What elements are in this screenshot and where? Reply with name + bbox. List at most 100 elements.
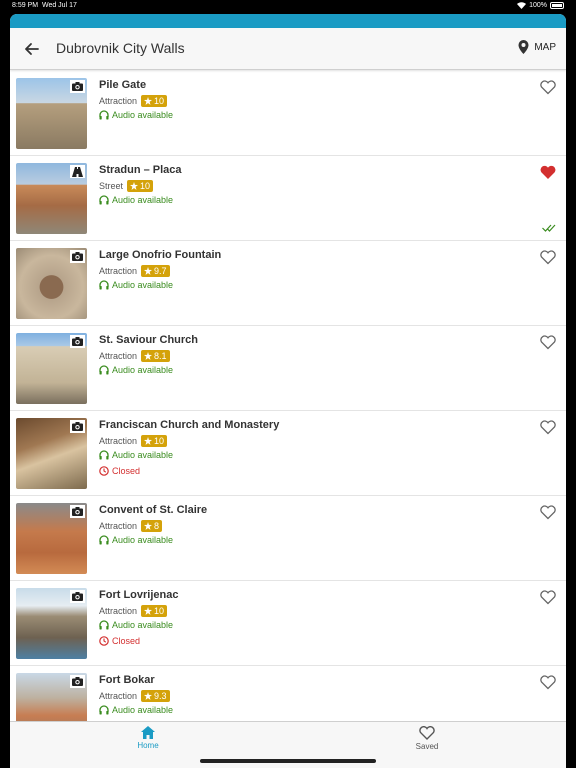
- list-item[interactable]: Large Onofrio Fountain Attraction 9.7 Au…: [10, 241, 566, 326]
- tab-home[interactable]: Home: [118, 726, 178, 750]
- item-meta: Attraction 9.3: [99, 690, 170, 702]
- list-item[interactable]: Stradun – Placa Street 10 Audio availabl…: [10, 156, 566, 241]
- map-button[interactable]: MAP: [518, 40, 556, 54]
- heart-icon[interactable]: [540, 675, 556, 690]
- item-title[interactable]: Franciscan Church and Monastery: [99, 419, 279, 431]
- item-title[interactable]: Large Onofrio Fountain: [99, 249, 221, 261]
- rating-value: 10: [154, 606, 165, 616]
- status-time: 8:59 PM Wed Jul 17: [12, 2, 77, 9]
- heart-icon[interactable]: [540, 590, 556, 605]
- list-item[interactable]: Fort Bokar Attraction 9.3 Audio availabl…: [10, 666, 566, 721]
- audio-status: Audio available: [99, 195, 173, 205]
- heart-filled-icon[interactable]: [540, 165, 556, 180]
- item-title[interactable]: Convent of St. Claire: [99, 504, 207, 516]
- item-type: Attraction: [99, 521, 138, 531]
- camera-icon: [70, 675, 85, 688]
- audio-status: Audio available: [99, 365, 173, 375]
- headphones-icon: [99, 620, 109, 630]
- list-item[interactable]: Pile Gate Attraction 10 Audio available: [10, 71, 566, 156]
- camera-icon: [70, 590, 85, 603]
- item-title[interactable]: Pile Gate: [99, 79, 146, 91]
- camera-icon: [70, 505, 85, 518]
- heart-icon[interactable]: [540, 505, 556, 520]
- thumbnail-image[interactable]: [16, 333, 87, 404]
- audio-label: Audio available: [112, 450, 174, 460]
- clock-icon: [99, 466, 109, 476]
- star-icon: [144, 352, 153, 360]
- rating-badge: 10: [141, 605, 168, 617]
- audio-label: Audio available: [112, 280, 174, 290]
- top-bar: Dubrovnik City Walls MAP: [10, 28, 566, 70]
- thumbnail-image[interactable]: [16, 418, 87, 489]
- wifi-icon: [517, 2, 527, 9]
- item-title[interactable]: St. Saviour Church: [99, 334, 198, 346]
- camera-icon: [70, 335, 85, 348]
- audio-label: Audio available: [112, 535, 174, 545]
- heart-icon[interactable]: [540, 250, 556, 265]
- clock-icon: [99, 636, 109, 646]
- item-type: Attraction: [99, 96, 138, 106]
- rating-badge: 10: [141, 435, 168, 447]
- item-type: Attraction: [99, 606, 138, 616]
- list-item[interactable]: Convent of St. Claire Attraction 8 Audio…: [10, 496, 566, 581]
- tab-saved-label: Saved: [415, 742, 439, 751]
- star-icon: [144, 692, 153, 700]
- accent-bar: [10, 14, 566, 28]
- thumbnail-image[interactable]: [16, 588, 87, 659]
- battery-percent: 100%: [529, 2, 547, 9]
- rating-value: 10: [140, 181, 151, 191]
- back-arrow-icon[interactable]: [22, 39, 42, 59]
- item-meta: Attraction 10: [99, 95, 168, 107]
- poi-list: Pile Gate Attraction 10 Audio available …: [10, 71, 566, 721]
- rating-badge: 8.1: [141, 350, 170, 362]
- rating-value: 9.7: [154, 266, 167, 276]
- item-type: Attraction: [99, 691, 138, 701]
- closed-label: Closed: [112, 636, 141, 646]
- status-right: 100%: [517, 2, 564, 9]
- audio-status: Audio available: [99, 705, 173, 715]
- thumbnail-image[interactable]: [16, 673, 87, 721]
- list-item[interactable]: Franciscan Church and Monastery Attracti…: [10, 411, 566, 496]
- thumbnail-image[interactable]: [16, 163, 87, 234]
- home-indicator: [200, 759, 376, 763]
- item-type: Attraction: [99, 266, 138, 276]
- tab-saved[interactable]: Saved: [397, 726, 457, 751]
- closed-status: Closed: [99, 636, 140, 646]
- thumbnail-image[interactable]: [16, 78, 87, 149]
- item-meta: Attraction 10: [99, 605, 168, 617]
- heart-icon[interactable]: [540, 335, 556, 350]
- closed-status: Closed: [99, 466, 140, 476]
- rating-badge: 10: [141, 95, 168, 107]
- star-icon: [144, 522, 153, 530]
- headphones-icon: [99, 365, 109, 375]
- headphones-icon: [99, 450, 109, 460]
- list-item[interactable]: Fort Lovrijenac Attraction 10 Audio avai…: [10, 581, 566, 666]
- audio-label: Audio available: [112, 365, 174, 375]
- item-title[interactable]: Stradun – Placa: [99, 164, 182, 176]
- tab-home-label: Home: [137, 741, 159, 750]
- list-item[interactable]: St. Saviour Church Attraction 8.1 Audio …: [10, 326, 566, 411]
- map-pin-icon: [518, 40, 529, 54]
- item-type: Street: [99, 181, 124, 191]
- rating-value: 8: [154, 521, 160, 531]
- thumbnail-image[interactable]: [16, 248, 87, 319]
- item-title[interactable]: Fort Lovrijenac: [99, 589, 178, 601]
- headphones-icon: [99, 705, 109, 715]
- item-meta: Attraction 10: [99, 435, 168, 447]
- battery-icon: [550, 2, 564, 9]
- item-title[interactable]: Fort Bokar: [99, 674, 155, 686]
- star-icon: [130, 182, 139, 190]
- page-title: Dubrovnik City Walls: [56, 40, 185, 56]
- headphones-icon: [99, 195, 109, 205]
- rating-value: 10: [154, 96, 165, 106]
- audio-label: Audio available: [112, 705, 174, 715]
- thumbnail-image[interactable]: [16, 503, 87, 574]
- audio-status: Audio available: [99, 620, 173, 630]
- item-type: Attraction: [99, 436, 138, 446]
- audio-status: Audio available: [99, 280, 173, 290]
- heart-icon[interactable]: [540, 420, 556, 435]
- rating-badge: 9.7: [141, 265, 170, 277]
- camera-icon: [70, 80, 85, 93]
- audio-label: Audio available: [112, 620, 174, 630]
- heart-icon[interactable]: [540, 80, 556, 95]
